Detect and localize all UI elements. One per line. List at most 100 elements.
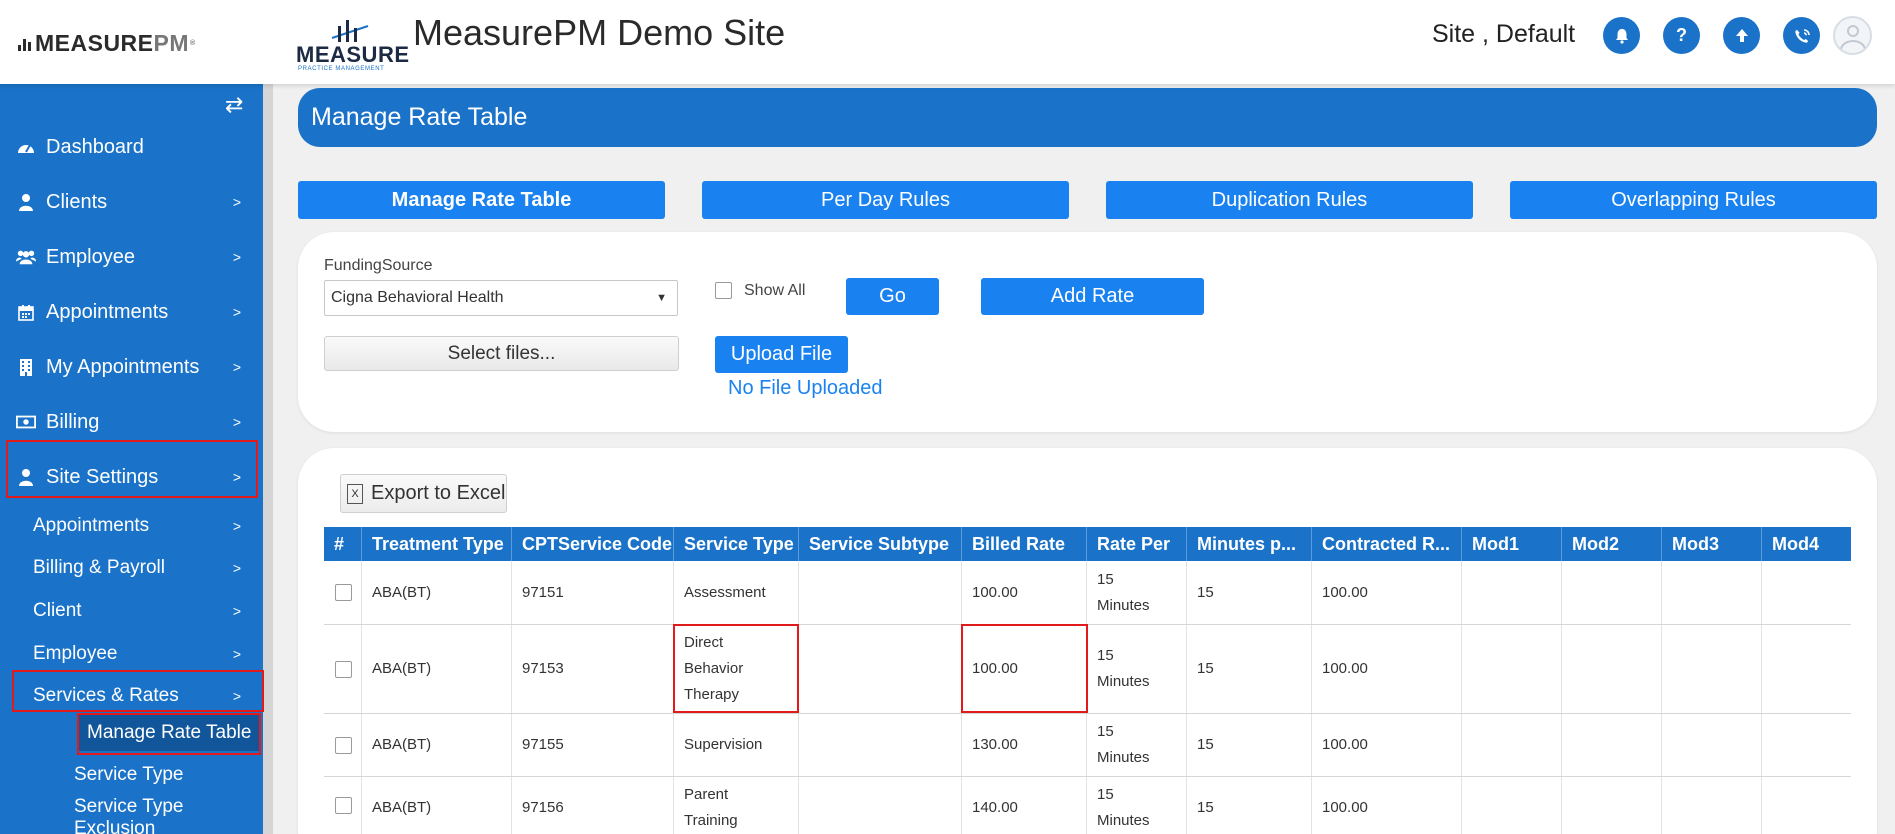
column-header[interactable]: Minutes p...: [1187, 527, 1312, 561]
column-header[interactable]: Mod4: [1762, 527, 1851, 561]
user-name[interactable]: Site , Default: [1432, 20, 1575, 49]
cell-text: 15: [1097, 786, 1114, 803]
sidebar-item-billing[interactable]: Billing >: [0, 402, 263, 442]
cell-text: Minutes: [1097, 596, 1150, 614]
cell-mod4: [1762, 561, 1851, 624]
chevron-right-icon: >: [232, 560, 241, 576]
cell-mod2: [1562, 561, 1662, 624]
sidebar-toggle-icon[interactable]: ⇄: [225, 92, 243, 118]
chevron-right-icon: >: [232, 249, 241, 265]
column-header[interactable]: Service Type: [674, 527, 799, 561]
cell-mod3: [1662, 625, 1762, 713]
sidebar-subitem-label: Services & Rates: [33, 685, 179, 706]
column-header[interactable]: Treatment Type: [362, 527, 512, 561]
tab-manage-rate-table[interactable]: Manage Rate Table: [298, 181, 665, 219]
cell-minutes: 15: [1187, 714, 1312, 776]
cell-mod1: [1462, 625, 1562, 713]
sidebar-item-label: My Appointments: [46, 355, 200, 378]
table-row[interactable]: ABA(BT) 97153 Direct Behavior Therapy 10…: [324, 625, 1851, 714]
column-header[interactable]: Billed Rate: [962, 527, 1087, 561]
cell-cpt-code: 97151: [512, 561, 674, 624]
cell-mod1: [1462, 561, 1562, 624]
cell-contracted-rate: 100.00: [1312, 777, 1462, 834]
column-header[interactable]: Rate Per: [1087, 527, 1187, 561]
row-checkbox[interactable]: [335, 797, 352, 814]
cell-mod2: [1562, 714, 1662, 776]
sidebar-item-appointments[interactable]: Appointments >: [0, 292, 263, 332]
sidebar-subitem-appointments[interactable]: Appointments >: [0, 508, 263, 544]
sidebar-item-dashboard[interactable]: Dashboard: [0, 127, 263, 167]
cell-mod4: [1762, 625, 1851, 713]
sidebar-subitem-services-rates[interactable]: Services & Rates >: [0, 678, 263, 714]
sidebar-subitem-label: Appointments: [33, 515, 150, 536]
cell-mod3: [1662, 714, 1762, 776]
column-header[interactable]: Service Subtype: [799, 527, 962, 561]
upload-icon[interactable]: [1723, 17, 1760, 54]
sidebar-item-my-appointments[interactable]: My Appointments >: [0, 347, 263, 387]
sidebar-item-label: Appointments: [46, 300, 169, 323]
brand-main-text: MEASURE: [35, 30, 154, 56]
cell-minutes: 15: [1187, 625, 1312, 713]
column-header[interactable]: Mod1: [1462, 527, 1562, 561]
user-icon: [16, 193, 36, 211]
go-button[interactable]: Go: [846, 278, 939, 315]
help-icon[interactable]: ?: [1663, 17, 1700, 54]
cell-service-type: Direct Behavior Therapy: [674, 625, 799, 713]
cell-billed-rate: 130.00: [962, 714, 1087, 776]
cell-contracted-rate: 100.00: [1312, 714, 1462, 776]
chevron-right-icon: >: [232, 688, 241, 704]
add-rate-button[interactable]: Add Rate: [981, 278, 1204, 315]
sidebar-subsubitem-service-type[interactable]: Service Type: [0, 757, 263, 793]
sidebar-subsubitem-service-type-exclusion[interactable]: Service Type Exclusion: [0, 796, 263, 834]
tab-overlapping-rules[interactable]: Overlapping Rules: [1510, 181, 1877, 219]
chevron-right-icon: >: [232, 414, 241, 430]
column-header[interactable]: CPTService Code: [512, 527, 674, 561]
cell-service-subtype: [799, 714, 962, 776]
cell-mod2: [1562, 777, 1662, 834]
sidebar-item-label: Site Settings: [46, 465, 159, 488]
row-checkbox[interactable]: [335, 584, 352, 601]
sidebar-item-employee[interactable]: Employee >: [0, 237, 263, 277]
select-files-button[interactable]: Select files...: [324, 336, 679, 371]
phone-icon[interactable]: [1783, 17, 1820, 54]
sidebar-item-clients[interactable]: Clients >: [0, 182, 263, 222]
show-all-checkbox[interactable]: [715, 282, 732, 299]
cell-mod4: [1762, 777, 1851, 834]
sidebar-subitem-client[interactable]: Client >: [0, 593, 263, 629]
column-header[interactable]: Mod3: [1662, 527, 1762, 561]
sidebar-subsubitem-label: Service Type: [74, 764, 184, 785]
column-header[interactable]: Contracted R...: [1312, 527, 1462, 561]
cell-mod1: [1462, 714, 1562, 776]
sidebar-subitem-employee[interactable]: Employee >: [0, 636, 263, 672]
cell-minutes: 15: [1187, 561, 1312, 624]
cell-mod3: [1662, 777, 1762, 834]
bell-icon[interactable]: [1603, 17, 1640, 54]
tab-per-day-rules[interactable]: Per Day Rules: [702, 181, 1069, 219]
sidebar-item-label: Billing: [46, 410, 100, 433]
sidebar-subitem-billing-payroll[interactable]: Billing & Payroll >: [0, 550, 263, 586]
cell-text: Therapy: [684, 686, 740, 703]
brand-logo[interactable]: MEASURE PM ®: [18, 30, 196, 57]
upload-file-button[interactable]: Upload File: [715, 336, 848, 373]
excel-icon: X: [347, 483, 363, 504]
cell-text: Minutes: [1097, 673, 1150, 690]
column-header[interactable]: Mod2: [1562, 527, 1662, 561]
table-row[interactable]: ABA(BT) 97155 Supervision 130.00 15 Minu…: [324, 714, 1851, 777]
user-avatar[interactable]: [1833, 16, 1872, 55]
funding-source-value: Cigna Behavioral Health: [331, 289, 504, 306]
cell-cpt-code: 97156: [512, 777, 674, 834]
cell-service-subtype: [799, 561, 962, 624]
sidebar-item-site-settings[interactable]: Site Settings >: [0, 457, 263, 497]
upload-status-text: No File Uploaded: [728, 377, 883, 399]
sidebar-subsubitem-manage-rate-table[interactable]: Manage Rate Table: [77, 715, 261, 751]
chevron-right-icon: >: [232, 518, 241, 534]
table-row[interactable]: ABA(BT) 97156 Parent Training 140.00 15 …: [324, 777, 1851, 834]
export-to-excel-button[interactable]: X Export to Excel: [340, 474, 507, 513]
tab-duplication-rules[interactable]: Duplication Rules: [1106, 181, 1473, 219]
funding-source-select[interactable]: Cigna Behavioral Health ▼: [324, 280, 678, 316]
column-header[interactable]: #: [324, 527, 362, 561]
sidebar-scrollbar[interactable]: [263, 84, 273, 834]
table-row[interactable]: ABA(BT) 97151 Assessment 100.00 15 Minut…: [324, 561, 1851, 625]
row-checkbox[interactable]: [335, 660, 352, 678]
row-checkbox[interactable]: [335, 736, 352, 754]
